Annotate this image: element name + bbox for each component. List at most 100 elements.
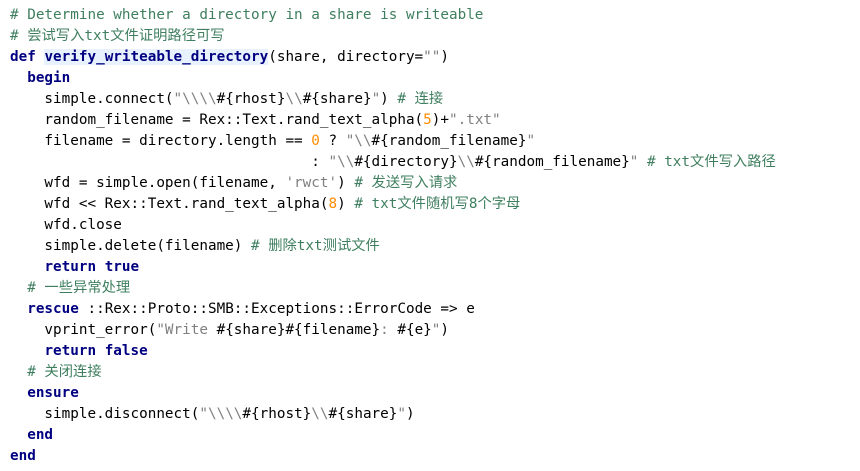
code-text: vprint_error(	[10, 322, 157, 338]
code-line: end	[10, 425, 776, 446]
code-string: \\	[457, 154, 475, 170]
code-keyword: ensure	[27, 385, 79, 401]
code-text: )	[380, 91, 398, 107]
code-keyword: rescue	[27, 301, 79, 317]
code-string: "\\	[345, 133, 372, 149]
code-keyword: end	[27, 427, 54, 443]
code-text: simple.delete(filename)	[10, 238, 252, 254]
code-number: 0	[311, 133, 320, 149]
code-keyword: end	[10, 448, 36, 464]
code-view[interactable]: # Determine whether a directory in a sha…	[10, 5, 776, 467]
code-string: "\\\\	[173, 91, 217, 107]
code-interpolation: #{random_filename}	[371, 133, 527, 149]
code-string: "	[397, 406, 406, 422]
code-text: )	[440, 322, 450, 338]
code-line: return false	[10, 341, 776, 362]
code-comment: # 发送写入请求	[354, 175, 458, 191]
code-text: ::Rex::Proto::SMB::Exceptions::ErrorCode…	[78, 301, 475, 317]
code-string: \\	[311, 406, 329, 422]
code-line: def verify_writeable_directory(share, di…	[10, 47, 776, 68]
code-line: # 关闭连接	[10, 362, 776, 383]
code-string: "\\	[328, 154, 355, 170]
code-line: # 尝试写入txt文件证明路径可写	[10, 26, 776, 47]
code-interpolation: #{e}	[397, 322, 432, 338]
code-comment: # 尝试写入txt文件证明路径可写	[10, 28, 225, 44]
code-line: # Determine whether a directory in a sha…	[10, 5, 776, 26]
code-keyword: true	[104, 259, 140, 275]
code-comment: # txt文件写入路径	[646, 154, 776, 170]
code-text: simple.connect(	[10, 91, 174, 107]
code-string: "\\\\	[199, 406, 243, 422]
code-keyword: return	[44, 259, 97, 275]
code-line: rescue ::Rex::Proto::SMB::Exceptions::Er…	[10, 299, 776, 320]
code-line: filename = directory.length == 0 ? "\\#{…	[10, 131, 776, 152]
code-string: ""	[423, 49, 441, 65]
code-comment: # 一些异常处理	[27, 280, 131, 296]
code-string: "	[371, 91, 381, 107]
code-text: )	[337, 175, 355, 191]
code-keyword: return	[44, 343, 97, 359]
code-text: (share, directory=	[268, 49, 424, 65]
code-keyword: false	[104, 343, 148, 359]
code-string: :	[380, 322, 398, 338]
code-keyword: def	[10, 49, 36, 65]
function-name: verify_writeable_directory	[44, 49, 269, 65]
code-text: ?	[319, 133, 346, 149]
code-string: \\	[285, 91, 303, 107]
code-line: wfd << Rex::Text.rand_text_alpha(8) # tx…	[10, 194, 776, 215]
code-text: )+	[431, 112, 449, 128]
code-text: )	[406, 406, 415, 422]
code-line: wfd = simple.open(filename, 'rwct') # 发送…	[10, 173, 776, 194]
code-text: random_filename = Rex::Text.rand_text_al…	[10, 112, 424, 128]
code-text: wfd = simple.open(filename,	[10, 175, 286, 191]
code-line: ensure	[10, 383, 776, 404]
code-text: :	[10, 154, 329, 170]
code-line: end	[10, 446, 776, 467]
code-interpolation: #{share}	[302, 91, 372, 107]
code-line: wfd.close	[10, 215, 776, 236]
code-comment: # 关闭连接	[27, 364, 102, 380]
code-text: filename = directory.length ==	[10, 133, 312, 149]
code-interpolation: #{directory}	[354, 154, 458, 170]
code-line: simple.delete(filename) # 删除txt测试文件	[10, 236, 776, 257]
code-interpolation: #{rhost}	[242, 406, 312, 422]
code-line: simple.connect("\\\\#{rhost}\\#{share}")…	[10, 89, 776, 110]
code-number: 5	[423, 112, 432, 128]
code-text: wfd.close	[10, 217, 122, 233]
code-comment: # Determine whether a directory in a sha…	[10, 7, 484, 23]
code-line: : "\\#{directory}\\#{random_filename}" #…	[10, 152, 776, 173]
code-line: return true	[10, 257, 776, 278]
code-line: random_filename = Rex::Text.rand_text_al…	[10, 110, 776, 131]
code-comment: # 连接	[397, 91, 444, 107]
code-line: # 一些异常处理	[10, 278, 776, 299]
code-text: )	[337, 196, 355, 212]
code-interpolation: #{random_filename}	[474, 154, 630, 170]
code-text: simple.disconnect(	[10, 406, 200, 422]
code-string: 'rwct'	[285, 175, 338, 191]
code-string: ".txt"	[449, 112, 501, 128]
code-interpolation: #{share}#{filename}	[216, 322, 381, 338]
code-comment: # 删除txt测试文件	[251, 238, 380, 254]
code-interpolation: #{share}	[328, 406, 398, 422]
code-text: )	[440, 49, 449, 65]
code-interpolation: #{rhost}	[216, 91, 286, 107]
code-keyword: begin	[27, 70, 71, 86]
code-text: wfd << Rex::Text.rand_text_alpha(	[10, 196, 329, 212]
code-number: 8	[328, 196, 338, 212]
code-line: vprint_error("Write #{share}#{filename}:…	[10, 320, 776, 341]
code-comment: # txt文件随机写8个字母	[354, 196, 521, 212]
code-line: begin	[10, 68, 776, 89]
code-string: "	[526, 133, 536, 149]
code-string: "Write	[156, 322, 217, 338]
